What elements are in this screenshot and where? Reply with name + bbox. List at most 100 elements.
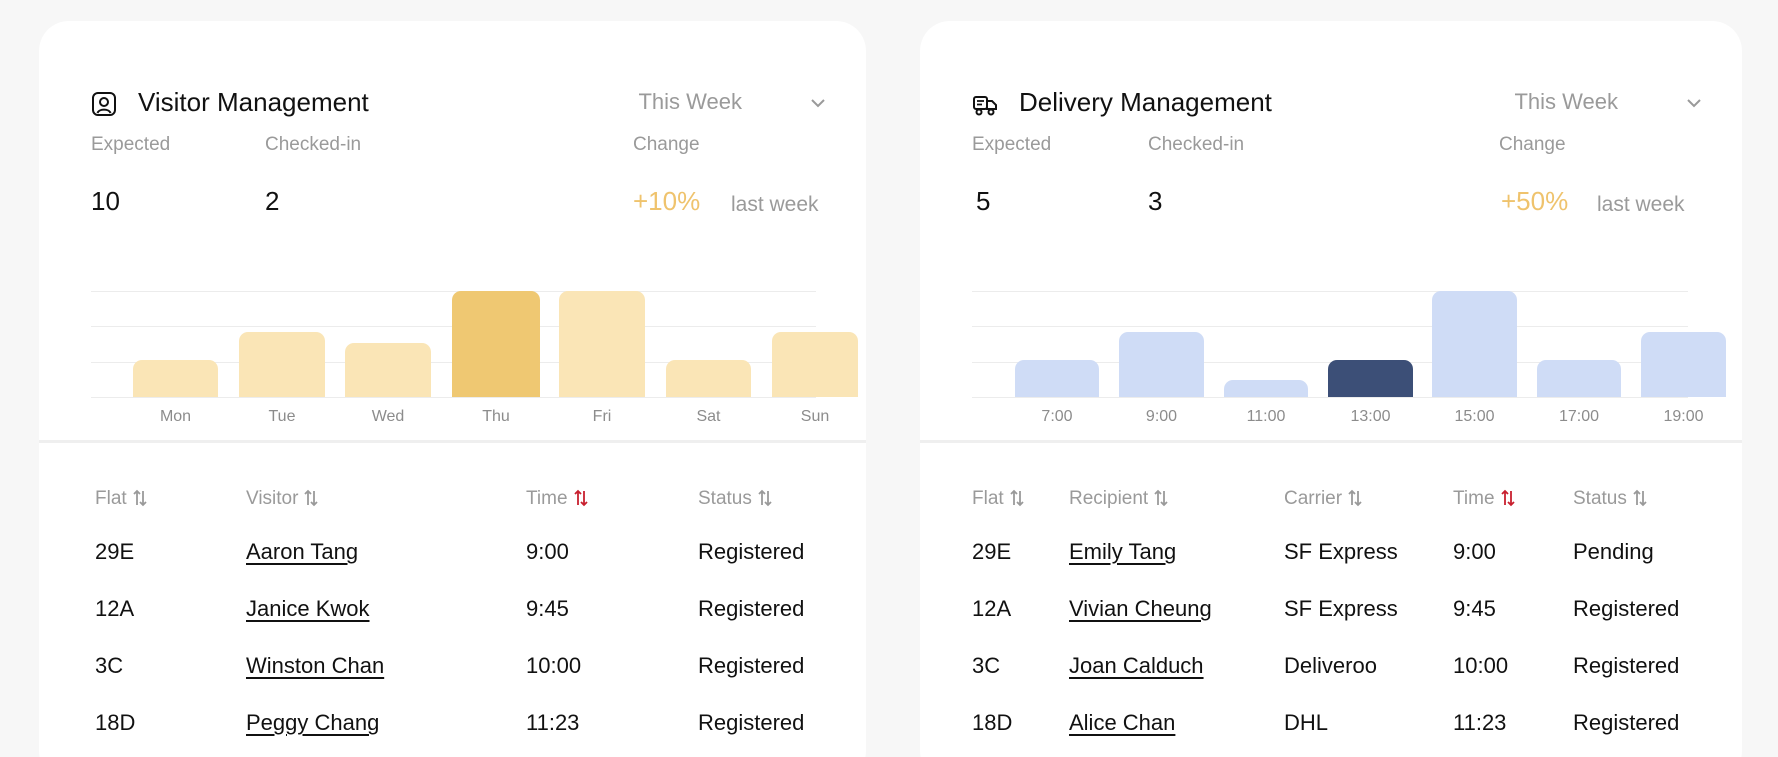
sort-arrows-icon[interactable] [1154,489,1168,507]
delivery-bar-700 [1015,360,1099,397]
visitor-expected-stat: Expected 10 [91,134,170,216]
person-link[interactable]: Vivian Cheung [1069,596,1212,622]
column-header-carrier[interactable]: Carrier [1284,488,1362,510]
table-cell-flat: 3C [95,653,124,678]
column-header-label: Recipient [1069,488,1149,509]
sort-arrows-icon[interactable] [758,489,772,507]
column-header-label: Status [1573,488,1627,509]
sort-arrows-icon[interactable] [304,489,319,507]
visitor-change-stat: Change +10% last week [633,134,819,216]
column-header-label: Carrier [1284,488,1343,509]
table-cell-status: Registered [698,539,805,564]
person-link[interactable]: Joan Calduch [1069,653,1204,679]
table-cell-flat: 18D [95,710,136,735]
delivery-bar-1900 [1641,332,1726,397]
visitor-bar-wed [345,343,431,397]
sort-arrows-icon[interactable] [1348,489,1362,507]
delivery-axis-label: 15:00 [1454,408,1495,425]
table-cell-status: Pending [1573,539,1654,564]
column-header-label: Time [1453,488,1495,509]
stat-value: 5 [976,186,991,216]
visitor-bar-thu [452,291,540,397]
person-link[interactable]: Emily Tang [1069,539,1176,565]
divider [920,440,1742,443]
column-header-label: Visitor [246,488,299,509]
column-header-recipient[interactable]: Recipient [1069,488,1168,510]
chevron-down-icon[interactable] [1686,97,1702,109]
visitor-management-card: Visitor Management This Week Expected 10… [39,21,866,757]
table-cell-flat: 29E [95,539,135,564]
person-link[interactable]: Janice Kwok [246,596,370,622]
table-cell-status: Registered [698,596,805,621]
chart-gridline [972,397,1688,398]
stat-label: Checked-in [265,134,362,155]
table-cell-time: 9:45 [1453,596,1496,621]
table-cell-carrier: DHL [1284,710,1329,735]
table-cell-time: 9:00 [526,539,569,564]
column-header-time[interactable]: Time [526,488,588,510]
column-header-label: Flat [95,488,127,509]
delivery-bar-1700 [1537,360,1621,397]
visitor-bar-chart: Mon Tue Wed Thu Fri Sat Sun [91,269,858,429]
chart-gridline [91,397,816,398]
chart-gridline [972,291,1688,292]
sort-arrows-icon[interactable] [133,489,147,507]
visitor-bar-sat [666,360,751,397]
table-cell-time: 11:23 [526,710,580,735]
sort-arrows-icon[interactable] [1010,489,1024,507]
visitor-bar-tue [239,332,325,397]
stat-value: 2 [265,186,280,216]
delivery-truck-icon [973,96,997,116]
table-cell-status: Registered [698,653,805,678]
stat-label: Expected [972,134,1052,155]
chevron-down-icon[interactable] [810,97,826,109]
chart-gridline [91,291,816,292]
delivery-period-dropdown[interactable]: This Week [1514,89,1618,115]
visitor-axis-label: Sun [800,408,830,425]
delivery-bar-900 [1119,332,1204,397]
stat-value: 10 [91,186,120,216]
delivery-expected-stat: Expected 5 [972,134,1052,216]
table-cell-carrier: SF Express [1284,596,1398,621]
stat-value: 3 [1148,186,1163,216]
delivery-card-header: Delivery Management This Week [972,83,1702,123]
visitor-bar-fri [559,291,645,397]
visitor-axis-label: Sat [696,408,721,425]
visitor-axis-label: Tue [268,408,296,425]
delivery-axis-label: 19:00 [1663,408,1704,425]
column-header-visitor[interactable]: Visitor [246,488,319,510]
table-cell-status: Registered [698,710,805,735]
change-note: last week [1597,193,1685,216]
visitor-bar-mon [133,360,218,397]
sort-arrows-icon[interactable] [1633,489,1647,507]
change-note: last week [731,193,819,216]
person-link[interactable]: Winston Chan [246,653,384,679]
person-link[interactable]: Peggy Chang [246,710,379,736]
table-cell-flat: 12A [972,596,1012,621]
column-header-flat[interactable]: Flat [972,488,1024,510]
person-link[interactable]: Alice Chan [1069,710,1175,736]
delivery-management-card: Delivery Management This Week Expected 5… [920,21,1742,757]
visitor-period-dropdown[interactable]: This Week [638,89,742,115]
change-value: +10% [633,186,701,216]
visitor-axis-label: Fri [592,408,612,425]
delivery-axis-label: 7:00 [1041,408,1073,425]
table-cell-status: Registered [1573,596,1680,621]
column-header-status[interactable]: Status [1573,488,1647,510]
sort-arrows-icon[interactable] [573,489,588,507]
delivery-checkedin-stat: Checked-in 3 [1148,134,1245,216]
table-cell-time: 10:00 [1453,653,1509,678]
delivery-axis-label: 9:00 [1145,408,1178,425]
divider [39,440,866,443]
delivery-bar-chart: 7:00 9:00 11:00 13:00 15:00 17:00 19:00 [972,269,1726,429]
sort-arrows-icon[interactable] [1500,489,1515,507]
column-header-flat[interactable]: Flat [95,488,147,510]
column-header-status[interactable]: Status [698,488,772,510]
table-cell-flat: 3C [972,653,1001,678]
column-header-time[interactable]: Time [1453,488,1515,510]
stat-label: Checked-in [1148,134,1245,155]
table-cell-flat: 29E [972,539,1012,564]
table-cell-carrier: Deliveroo [1284,653,1377,678]
delivery-bar-1500 [1432,291,1517,397]
person-link[interactable]: Aaron Tang [246,539,358,565]
